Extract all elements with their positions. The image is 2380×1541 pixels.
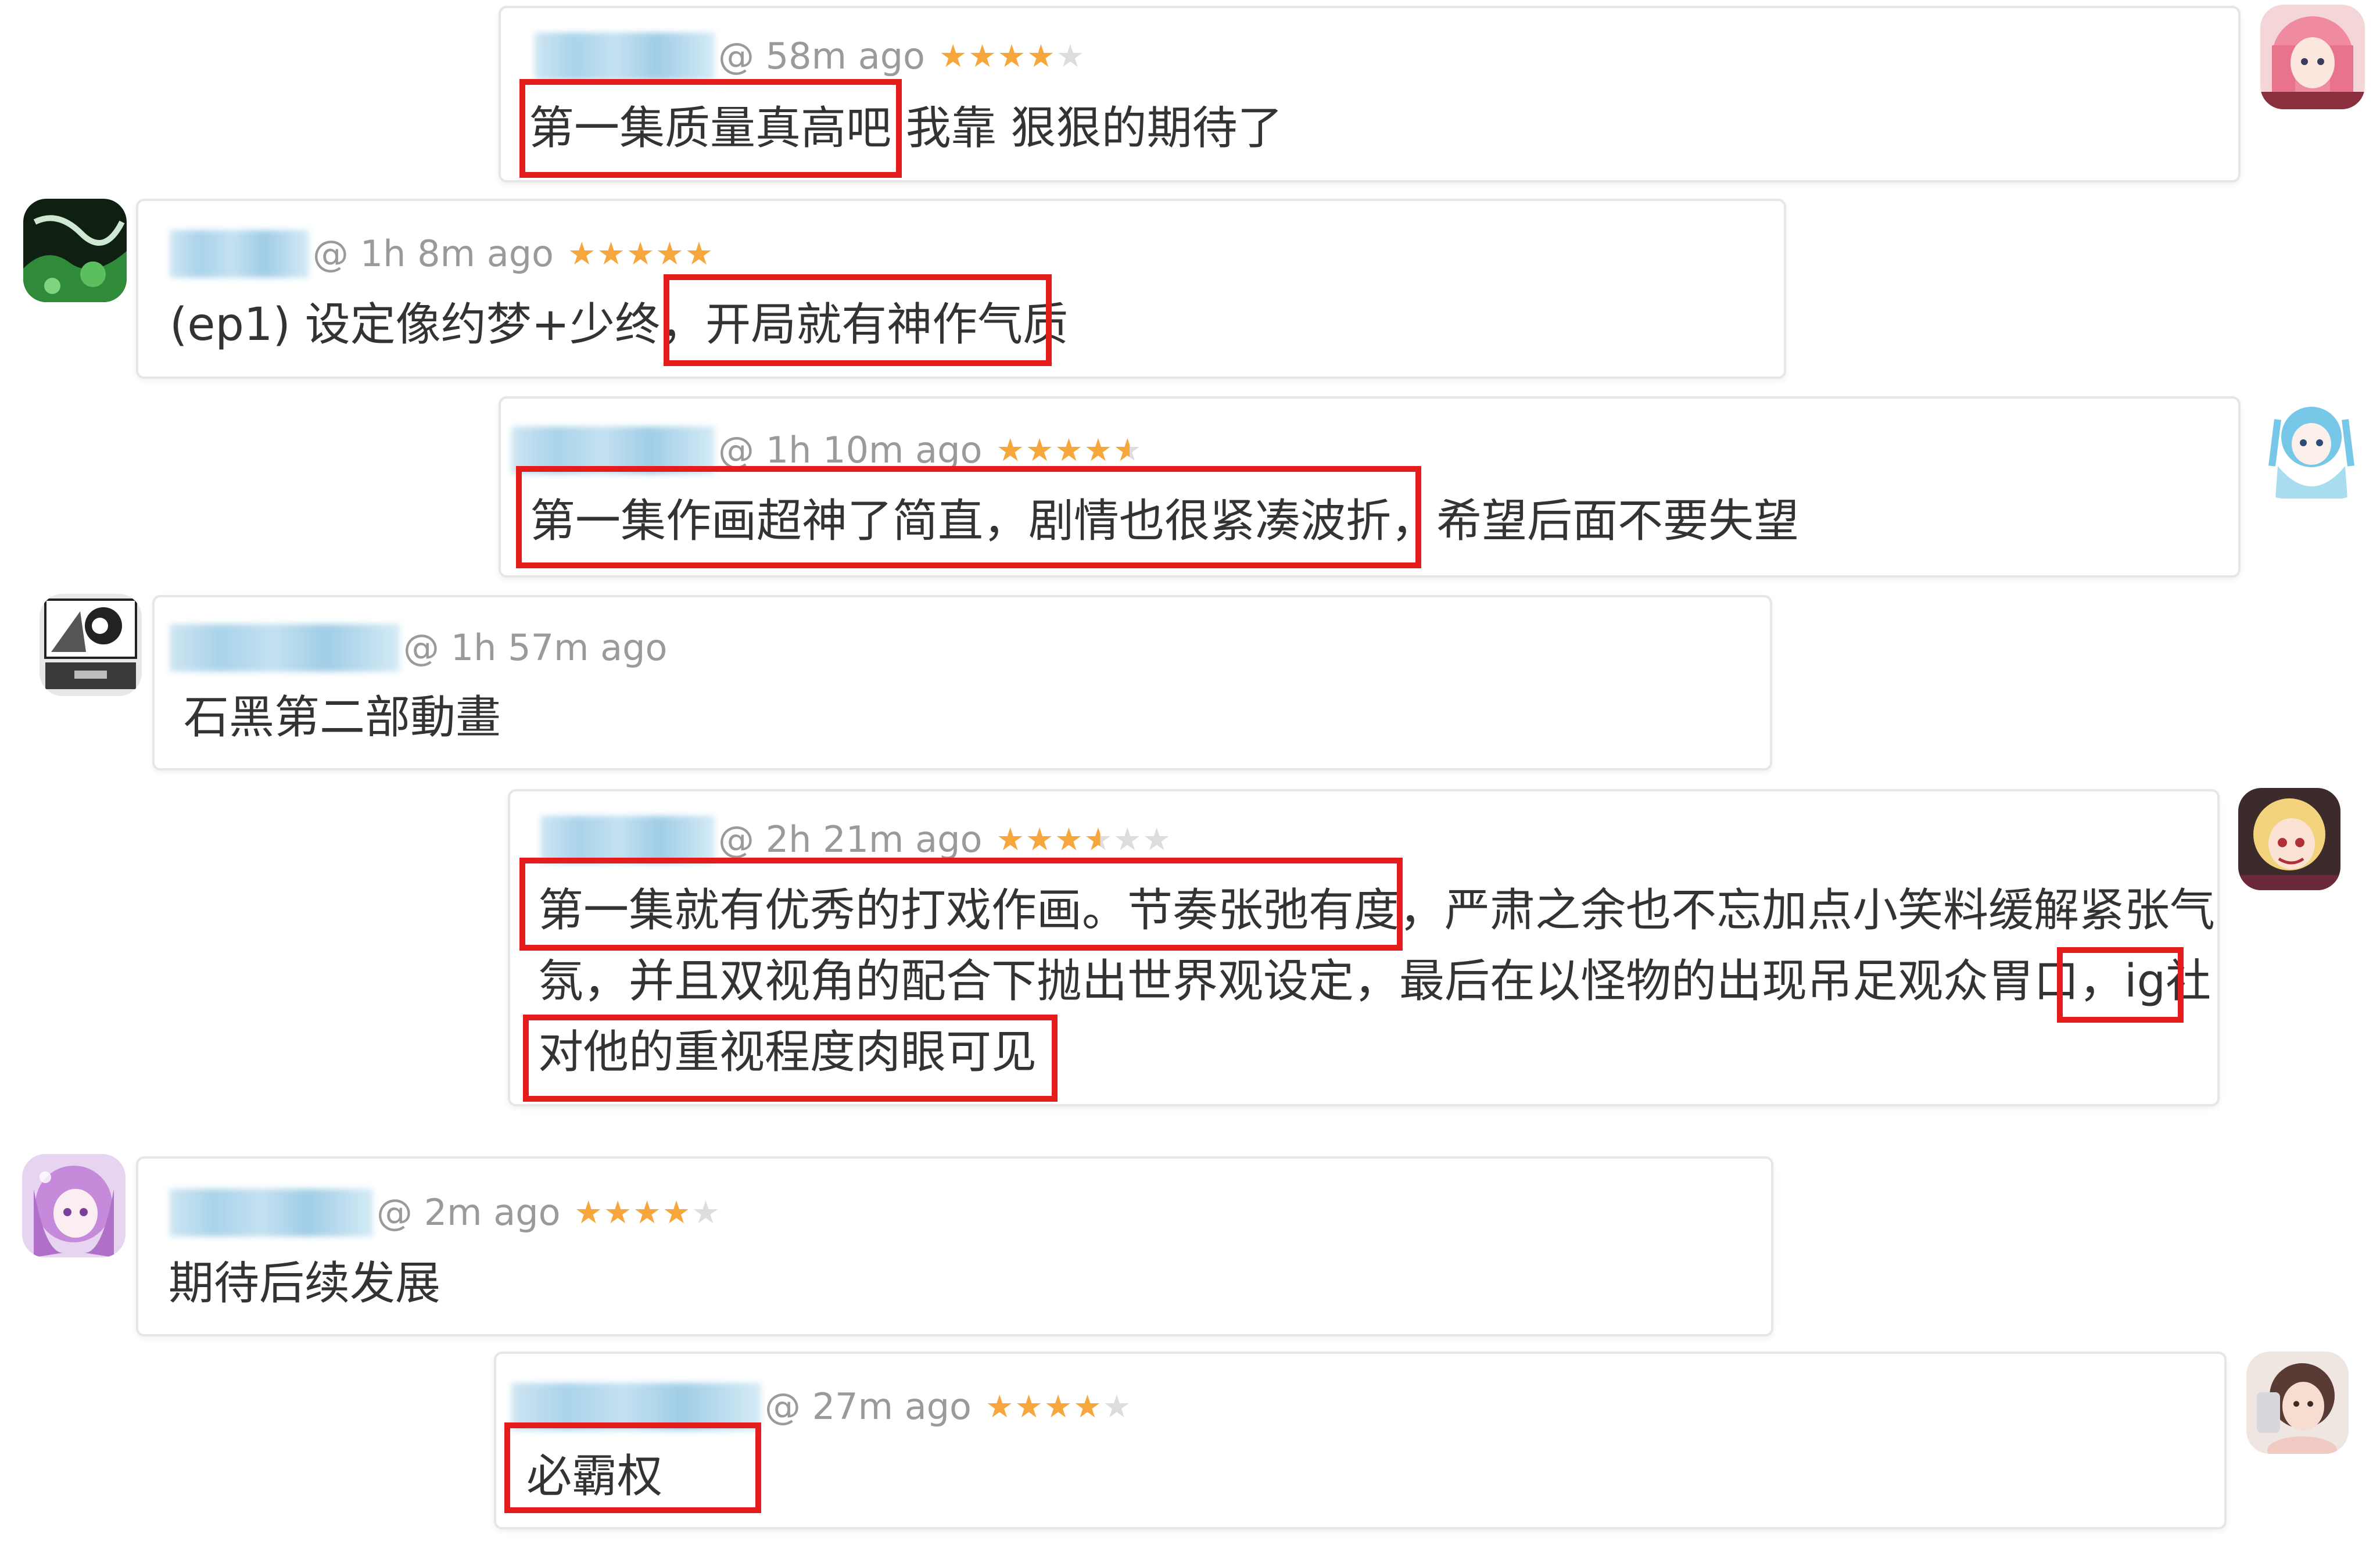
star-icon: ★: [1084, 821, 1114, 858]
rating-stars: ★ ★ ★ ★ ★ ★: [996, 824, 1172, 855]
manga-panel-avatar[interactable]: [40, 594, 142, 696]
timestamp: @ 58m ago: [718, 35, 925, 77]
star-icon: ★: [1055, 821, 1084, 858]
comment-card: [494, 1352, 2227, 1529]
star-icon: ★: [568, 235, 597, 272]
timestamp: @ 1h 8m ago: [313, 232, 554, 275]
star-icon: ★: [603, 1194, 633, 1231]
star-icon: ★: [574, 1194, 604, 1231]
rating-stars: ★ ★ ★ ★ ★: [568, 238, 714, 270]
timestamp: @ 2h 21m ago: [718, 818, 983, 861]
pink-hair-girl-avatar[interactable]: [2260, 5, 2365, 109]
comment-text: 石黑第二部動畫: [184, 691, 501, 744]
star-icon: ★: [597, 235, 626, 272]
comment-text: 必霸权: [526, 1450, 663, 1503]
username-blurred[interactable]: [170, 230, 309, 278]
star-icon: ★: [1055, 432, 1084, 468]
star-icon: ★: [662, 1194, 692, 1231]
star-icon: ★: [996, 821, 1026, 858]
star-icon: ★: [691, 1194, 721, 1231]
comment-text: 第一集质量真高吧 我靠 狠狠的期待了: [529, 102, 1283, 155]
username-blurred[interactable]: [511, 427, 715, 474]
star-icon: ★: [1142, 821, 1172, 858]
star-icon: ★: [939, 38, 969, 74]
rating-stars: ★ ★ ★ ★ ★: [939, 41, 1085, 72]
star-icon: ★: [1025, 432, 1055, 468]
username-blurred[interactable]: [535, 33, 715, 80]
purple-hair-girl-avatar[interactable]: [22, 1154, 126, 1257]
comment-meta: @ 1h 10m ago ★ ★ ★ ★ ★: [511, 427, 1143, 474]
timestamp: @ 1h 10m ago: [718, 429, 983, 471]
star-icon: ★: [997, 38, 1027, 74]
star-icon: ★: [1027, 38, 1056, 74]
star-icon: ★: [1073, 1388, 1103, 1425]
comment-text: 第一集就有优秀的打戏作画。节奏张弛有度，严肃之余也不忘加点小笑料缓解紧张气 氛，…: [538, 884, 2216, 1078]
comment-text: (ep1) 设定像约梦+少终，开局就有神作气质: [170, 299, 1069, 351]
username-blurred[interactable]: [511, 1383, 761, 1431]
star-icon: ★: [684, 235, 715, 272]
comment-meta: @ 27m ago ★ ★ ★ ★ ★: [511, 1383, 1132, 1431]
star-icon: ★: [1015, 1388, 1044, 1425]
star-icon: ★: [996, 432, 1026, 468]
comment-text: 期待后续发展: [169, 1257, 441, 1310]
star-icon: ★: [968, 38, 998, 74]
star-icon: ★: [1044, 1388, 1074, 1425]
star-icon: ★: [633, 1194, 662, 1231]
comment-meta: @ 58m ago ★ ★ ★ ★ ★: [535, 33, 1085, 80]
star-icon: ★: [1113, 432, 1143, 468]
comment-meta: @ 1h 57m ago: [170, 624, 681, 672]
rating-stars: ★ ★ ★ ★ ★: [996, 435, 1142, 466]
comment-meta: @ 2h 21m ago ★ ★ ★ ★ ★ ★: [540, 816, 1172, 863]
star-icon: ★: [655, 235, 685, 272]
star-icon: ★: [1113, 821, 1143, 858]
username-blurred[interactable]: [540, 816, 715, 863]
star-icon: ★: [626, 235, 656, 272]
comment-text: 第一集作画超神了简直，剧情也很紧凑波折，希望后面不要失望: [530, 495, 1800, 547]
star-icon: ★: [1084, 432, 1114, 468]
timestamp: @ 27m ago: [765, 1385, 972, 1428]
username-blurred[interactable]: [170, 624, 400, 672]
blonde-girl-avatar[interactable]: [2238, 788, 2340, 890]
star-icon: ★: [1102, 1388, 1132, 1425]
username-blurred[interactable]: [170, 1189, 373, 1237]
comment-meta: @ 2m ago ★ ★ ★ ★ ★: [170, 1189, 721, 1237]
timestamp: @ 2m ago: [377, 1191, 561, 1234]
star-icon: ★: [1025, 821, 1055, 858]
star-icon: ★: [1056, 38, 1086, 74]
timestamp: @ 1h 57m ago: [403, 626, 668, 669]
blue-hair-girl-avatar[interactable]: [2260, 396, 2363, 499]
star-icon: ★: [985, 1388, 1015, 1425]
dark-green-artwork-avatar[interactable]: [23, 199, 127, 302]
comment-meta: @ 1h 8m ago ★ ★ ★ ★ ★: [170, 230, 714, 278]
rating-stars: ★ ★ ★ ★ ★: [575, 1197, 721, 1228]
rating-stars: ★ ★ ★ ★ ★: [985, 1391, 1132, 1422]
selfie-girl-avatar[interactable]: [2246, 1352, 2349, 1454]
